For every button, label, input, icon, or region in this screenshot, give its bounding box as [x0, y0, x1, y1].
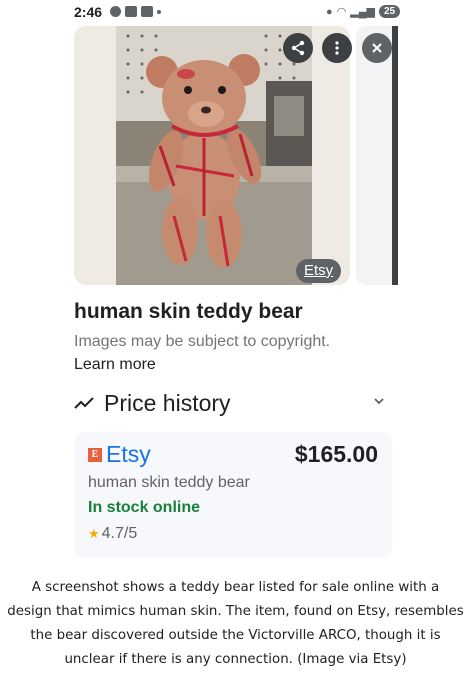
- status-time: 2:46: [74, 4, 103, 20]
- wifi-icon: ◠: [336, 6, 347, 18]
- result-image-card[interactable]: [74, 26, 350, 285]
- caption-line: the bear discovered outside the Victorvi…: [30, 628, 441, 643]
- screenshot-icon: [141, 6, 153, 17]
- trending-icon: [74, 397, 94, 409]
- availability-status: In stock online: [88, 499, 201, 516]
- battery-indicator: 25: [378, 5, 401, 18]
- image-caption: A screenshot shows a teddy bear listed f…: [0, 576, 471, 672]
- notification-icon: [110, 6, 121, 17]
- copyright-notice: Images may be subject to copyright.: [74, 333, 331, 350]
- rating-value: 4.7/5: [101, 525, 138, 542]
- next-result-preview: [392, 26, 398, 285]
- offer-product-title: human skin teddy bear: [88, 474, 250, 491]
- more-options-button[interactable]: [322, 33, 352, 63]
- more-notifications-icon: [157, 9, 161, 14]
- caption-line: A screenshot shows a teddy bear listed f…: [31, 580, 440, 595]
- share-icon: [291, 40, 305, 56]
- merchant-logo: E: [88, 448, 102, 462]
- close-icon: [372, 43, 382, 53]
- signal-icon: ▂▄▆: [350, 6, 375, 18]
- offer-price: $165.00: [294, 441, 378, 467]
- caption-line: unclear if there is any connection. (Ima…: [64, 652, 407, 667]
- price-history-label: Price history: [104, 390, 231, 416]
- system-icons: ● ◠ ▂▄▆ 25: [326, 5, 401, 18]
- location-icon: ●: [326, 5, 333, 18]
- caption-line: design that mimics human skin. The item,…: [7, 604, 464, 619]
- result-title: human skin teddy bear: [74, 300, 303, 323]
- chevron-down-icon: [374, 398, 384, 405]
- rating: ★ 4.7/5: [88, 525, 137, 543]
- price-history-toggle[interactable]: Price history: [74, 388, 390, 420]
- more-vert-icon: [335, 41, 339, 55]
- offer-card[interactable]: E Etsy $165.00 human skin teddy bear In …: [74, 432, 392, 558]
- learn-more-link[interactable]: Learn more: [74, 356, 156, 374]
- teddy-bear-photo: [116, 26, 312, 285]
- star-icon: ★: [88, 526, 100, 541]
- status-bar: 2:46 ● ◠ ▂▄▆ 25: [0, 0, 471, 26]
- source-badge[interactable]: Etsy: [296, 259, 342, 283]
- share-button[interactable]: [283, 33, 313, 63]
- notification-icons: [110, 6, 161, 17]
- merchant-name[interactable]: Etsy: [106, 441, 151, 468]
- app-notification-icon: [125, 6, 137, 17]
- close-button[interactable]: [362, 33, 392, 63]
- next-result-card[interactable]: [356, 26, 398, 285]
